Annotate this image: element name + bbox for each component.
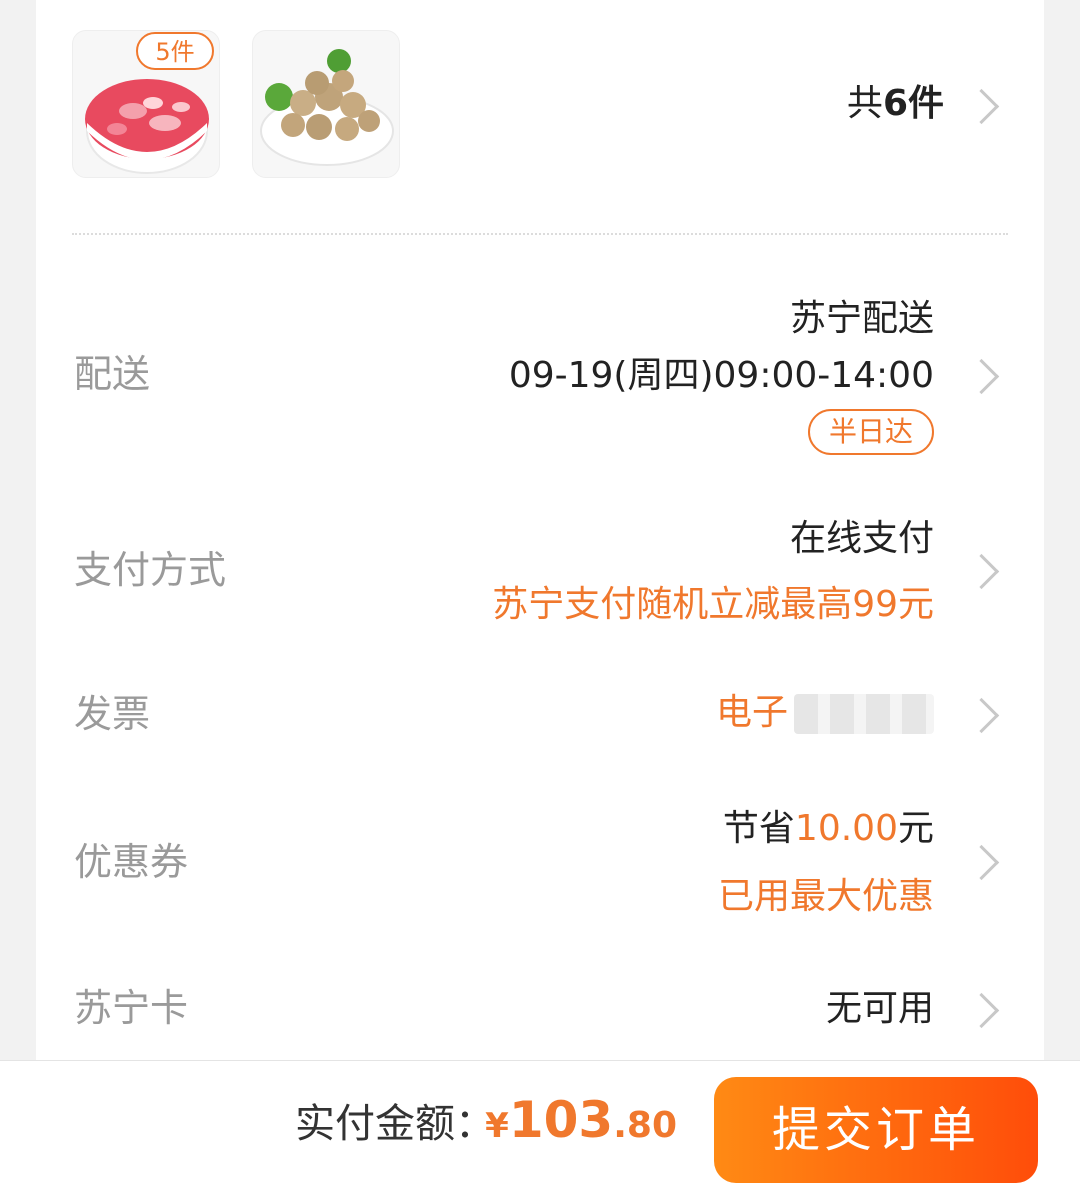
total-amount: ¥103.80: [485, 1089, 677, 1163]
delivery-carrier: 苏宁配送: [789, 298, 934, 339]
payment-promo: 苏宁支付随机立减最高99元: [492, 584, 934, 625]
currency-symbol: ¥: [485, 1106, 509, 1146]
chevron-right-icon[interactable]: [963, 553, 1000, 590]
total-label: 实付金额：: [295, 1101, 495, 1147]
suning-card-label: 苏宁卡: [74, 986, 189, 1030]
item-count[interactable]: 共6件: [847, 82, 944, 126]
suning-card-value[interactable]: 无可用: [826, 986, 934, 1032]
item-count-prefix: 共: [846, 83, 883, 124]
chevron-right-icon[interactable]: [963, 844, 1000, 881]
half-day-badge: 半日达: [808, 409, 934, 455]
coupon-label: 优惠券: [74, 840, 189, 884]
coupon-save-prefix: 节省: [722, 808, 795, 849]
invoice-type: 电子: [715, 692, 788, 733]
blurred-invoice-title: [794, 694, 934, 734]
coupon-savings[interactable]: 节省10.00元: [723, 806, 934, 852]
coupon-note: 已用最大优惠: [717, 876, 934, 917]
total-integer: 103: [508, 1091, 614, 1149]
chevron-right-icon[interactable]: [963, 358, 1000, 395]
order-card: 5件 共6件 配送 苏宁配送 09-19(周四)09:00-14:00 半日达 …: [36, 0, 1044, 1060]
delivery-label: 配送: [74, 352, 151, 396]
chevron-right-icon[interactable]: [963, 88, 1000, 125]
payment-method[interactable]: 在线支付: [790, 516, 934, 562]
total-decimal: .80: [613, 1105, 677, 1146]
meatballs-bowl-image: [260, 49, 394, 166]
product-thumbnail-meatballs[interactable]: [252, 30, 400, 178]
submit-order-button[interactable]: 提交订单: [714, 1077, 1038, 1183]
section-divider: [72, 233, 1008, 235]
coupon-save-amount: 10.00: [794, 808, 898, 849]
checkout-bar: 实付金额： ¥103.80 提交订单: [0, 1060, 1080, 1188]
quantity-badge: 5件: [136, 32, 214, 70]
coupon-save-suffix: 元: [897, 808, 934, 849]
invoice-label: 发票: [74, 692, 151, 736]
invoice-value[interactable]: 电子: [716, 690, 934, 736]
delivery-time-slot[interactable]: 09-19(周四)09:00-14:00: [509, 353, 934, 399]
payment-label: 支付方式: [74, 548, 227, 592]
chevron-right-icon[interactable]: [963, 697, 1000, 734]
item-count-number: 6件: [882, 83, 944, 124]
chevron-right-icon[interactable]: [963, 992, 1000, 1029]
